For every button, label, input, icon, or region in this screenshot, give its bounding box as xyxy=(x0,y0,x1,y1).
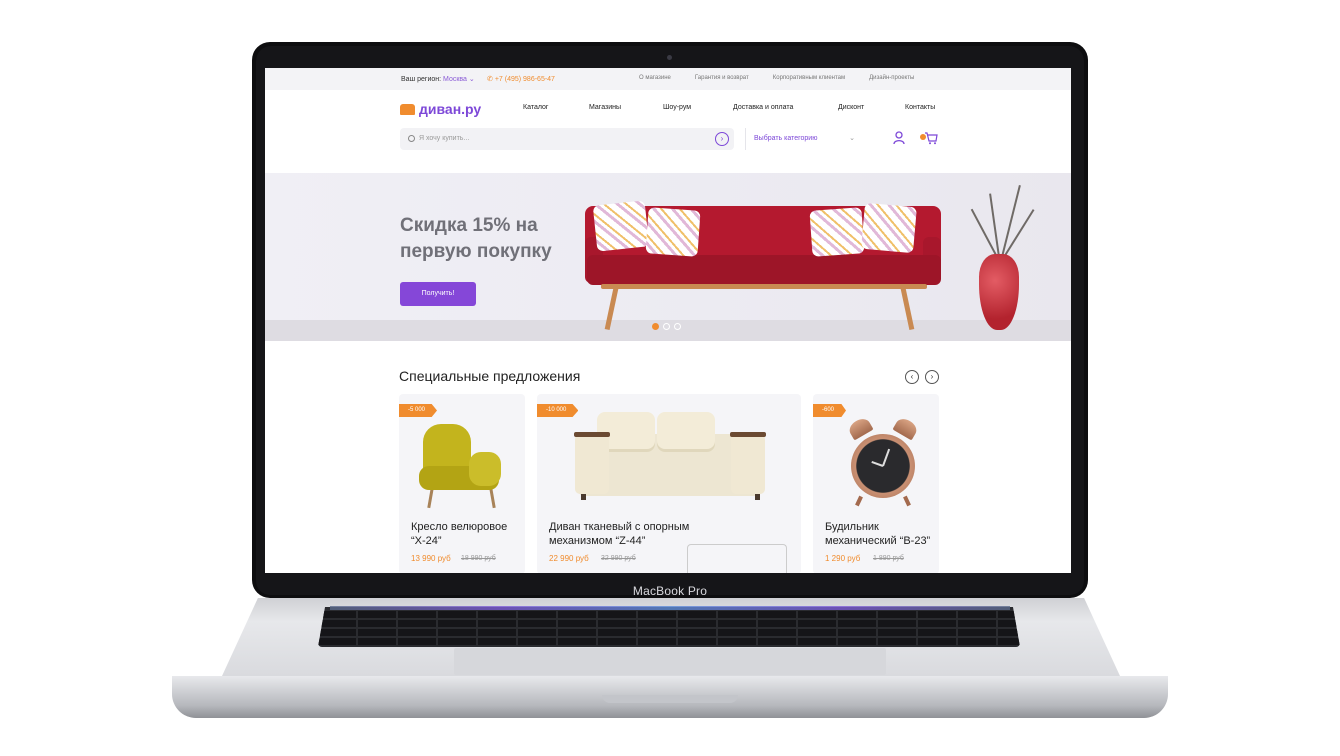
search-bar: Я хочу купить... › xyxy=(400,128,734,150)
product-price: 1 290 руб xyxy=(825,554,861,563)
camera xyxy=(667,55,672,60)
search-submit-button[interactable]: › xyxy=(715,132,729,146)
chevron-down-icon: ⌄ xyxy=(468,76,475,83)
device-brand-label: MacBook Pro xyxy=(632,584,708,598)
hero-title: Скидка 15% на первую покупку xyxy=(400,215,552,262)
phone-icon: ✆ xyxy=(487,76,493,83)
product-price: 22 990 руб xyxy=(549,554,589,563)
top-links: О магазине Гарантия и возврат Корпоратив… xyxy=(639,75,914,81)
keyboard xyxy=(318,607,1020,647)
product-old-price: 18 990 руб xyxy=(461,555,496,562)
product-card[interactable]: -5 000 Кресло велюровое “X-24” 13 990 ру… xyxy=(399,394,525,573)
nav-delivery[interactable]: Доставка и оплата xyxy=(733,104,838,111)
toplink-design[interactable]: Дизайн-проекты xyxy=(869,75,914,81)
product-old-price: 32 990 руб xyxy=(601,555,636,562)
toplink-warranty[interactable]: Гарантия и возврат xyxy=(695,75,749,81)
carousel-next-button[interactable]: › xyxy=(925,370,939,384)
sofa-logo-icon xyxy=(400,103,415,115)
user-icon[interactable] xyxy=(893,131,905,145)
touch-bar xyxy=(330,606,1010,610)
carousel-dot[interactable] xyxy=(652,323,659,330)
carousel-dot[interactable] xyxy=(674,323,681,330)
region-city[interactable]: Москва xyxy=(443,76,467,83)
product-card[interactable]: -600 Будильник механический “B-23” 1 290… xyxy=(813,394,939,573)
product-old-price: 1 890 руб xyxy=(873,555,904,562)
cart-button[interactable] xyxy=(920,131,938,145)
nav-catalog[interactable]: Каталог xyxy=(523,104,589,111)
discount-badge: -10 000 xyxy=(537,404,579,417)
carousel-dots xyxy=(652,323,681,330)
toplink-corporate[interactable]: Корпоративным клиентам xyxy=(773,75,845,81)
carousel-dot[interactable] xyxy=(663,323,670,330)
product-name[interactable]: Кресло велюровое “X-24” xyxy=(411,520,521,548)
laptop-screen: Ваш регион: Москва ⌄ ✆ +7 (495) 986-65-4… xyxy=(265,68,1071,573)
phone-link[interactable]: ✆ +7 (495) 986-65-47 xyxy=(487,75,555,83)
cart-icon xyxy=(925,132,938,145)
section-title: Специальные предложения xyxy=(399,368,581,384)
nav-showroom[interactable]: Шоу-рум xyxy=(663,104,733,111)
hero-banner: Скидка 15% на первую покупку Получить! xyxy=(265,173,1071,341)
search-input[interactable]: Я хочу купить... xyxy=(419,135,469,142)
search-icon xyxy=(408,135,415,142)
laptop-mockup: Ваш регион: Москва ⌄ ✆ +7 (495) 986-65-4… xyxy=(0,0,1340,756)
toplink-about[interactable]: О магазине xyxy=(639,75,671,81)
product-name[interactable]: Диван тканевый с опорным механизмом “Z-4… xyxy=(549,520,709,548)
region-selector[interactable]: Ваш регион: Москва ⌄ xyxy=(401,75,475,83)
nav-stores[interactable]: Магазины xyxy=(589,104,663,111)
trackpad xyxy=(454,648,886,675)
top-utility-bar: Ваш регион: Москва ⌄ ✆ +7 (495) 986-65-4… xyxy=(265,68,1071,90)
product-card[interactable]: -10 000 Диван тканевый с опорным механиз… xyxy=(537,394,801,573)
hero-cta-button[interactable]: Получить! xyxy=(400,282,476,306)
discount-badge: -600 xyxy=(813,404,847,417)
carousel-prev-button[interactable]: ‹ xyxy=(905,370,919,384)
product-price: 13 990 руб xyxy=(411,554,451,563)
category-select[interactable]: Выбрать категорию ⌄ xyxy=(745,128,861,150)
product-name[interactable]: Будильник механический “B-23” xyxy=(825,520,937,548)
nav-discount[interactable]: Дисконт xyxy=(838,104,905,111)
discount-badge: -5 000 xyxy=(399,404,438,417)
site-logo[interactable]: диван.ру xyxy=(400,101,481,117)
main-nav: Каталог Магазины Шоу-рум Доставка и опла… xyxy=(523,104,935,111)
chevron-down-icon: ⌄ xyxy=(849,135,855,142)
nav-contacts[interactable]: Контакты xyxy=(905,104,935,111)
